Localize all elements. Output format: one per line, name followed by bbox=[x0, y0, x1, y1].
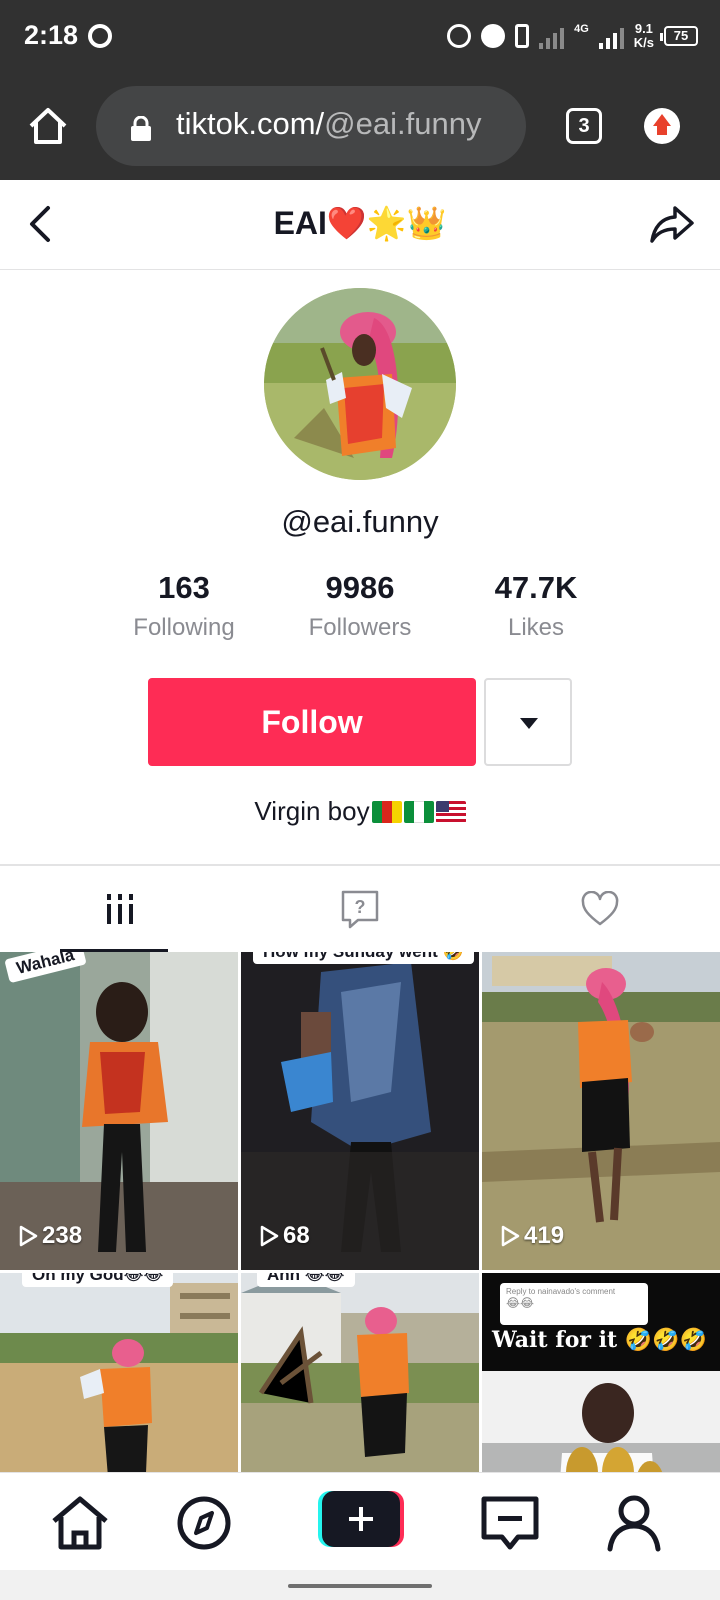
video-caption: How my Sunday went 🤣 bbox=[253, 952, 474, 964]
video-thumbnail[interactable]: Reply to nainavado's comment 😂😂 Wait for… bbox=[482, 1273, 720, 1472]
lock-icon bbox=[130, 115, 152, 142]
share-icon[interactable] bbox=[648, 202, 696, 246]
play-icon bbox=[501, 1225, 520, 1247]
profile-username: @eai.funny bbox=[281, 504, 439, 539]
stat-label: Likes bbox=[507, 614, 565, 641]
stat-value: 163 bbox=[158, 570, 210, 605]
view-count: 419 bbox=[500, 1222, 564, 1250]
speed-value: 9.1 bbox=[634, 21, 653, 36]
profile-icon[interactable] bbox=[602, 1493, 666, 1553]
video-caption: Oh my God😂😂 bbox=[22, 1273, 174, 1287]
meme-banner: Reply to nainavado's comment 😂😂 Wait for… bbox=[482, 1273, 720, 1371]
vibrate-icon bbox=[515, 24, 530, 48]
tab-videos[interactable] bbox=[0, 866, 240, 952]
profile-bio: Virgin boy bbox=[0, 796, 720, 827]
video-caption: Ahh 😂😂 bbox=[257, 1273, 355, 1287]
stat-likes: 47.7K Likes bbox=[448, 570, 624, 642]
view-count-value: 68 bbox=[283, 1222, 310, 1249]
inbox-icon[interactable] bbox=[478, 1493, 542, 1553]
url-text: tiktok.com/@eai.funny bbox=[176, 106, 481, 142]
stat-value: 47.7K bbox=[494, 570, 578, 605]
status-time: 2:18 bbox=[24, 20, 79, 50]
signal-sim2-icon bbox=[598, 23, 624, 49]
reply-comment-card: Reply to nainavado's comment 😂😂 bbox=[500, 1283, 648, 1325]
tab-switcher-button[interactable]: 3 bbox=[566, 108, 602, 144]
url-domain: tiktok.com/ bbox=[176, 106, 325, 141]
video-thumbnail[interactable]: 419 bbox=[482, 952, 720, 1270]
reply-comment-text: Reply to nainavado's comment bbox=[506, 1287, 616, 1296]
speed-unit: K/s bbox=[633, 35, 654, 50]
stat-followers[interactable]: 9986 Followers bbox=[272, 570, 448, 642]
tab-qa[interactable]: ? bbox=[240, 866, 480, 952]
compass-icon[interactable] bbox=[172, 1493, 236, 1553]
question-box-icon: ? bbox=[341, 890, 379, 929]
play-icon bbox=[19, 1225, 38, 1247]
stat-label: Following bbox=[133, 614, 235, 641]
video-thumbnail[interactable]: Ahh 😂😂 bbox=[241, 1273, 479, 1472]
bottom-navigation bbox=[0, 1472, 720, 1570]
play-icon bbox=[260, 1225, 279, 1247]
browser-toolbar: tiktok.com/@eai.funny 3 bbox=[0, 72, 720, 180]
create-plus-icon[interactable] bbox=[318, 1491, 404, 1547]
video-caption: Wait for it 🤣🤣🤣 bbox=[492, 1327, 707, 1353]
cameroon-flag-icon bbox=[371, 800, 402, 823]
gesture-area bbox=[0, 1570, 720, 1600]
cast-icon bbox=[88, 24, 112, 48]
status-icons: 4G 9.1 K/s 75 bbox=[447, 18, 698, 54]
view-count: 68 bbox=[259, 1222, 310, 1250]
stat-label: Followers bbox=[308, 614, 412, 641]
video-thumbnail[interactable]: Wahala 238 bbox=[0, 952, 238, 1270]
status-bar: 2:18 4G 9.1 K/s 75 bbox=[0, 0, 720, 72]
video-grid: Wahala 238 How my Sunday went 🤣 68 bbox=[0, 952, 720, 1472]
address-bar[interactable]: tiktok.com/@eai.funny bbox=[96, 86, 526, 166]
view-count-value: 238 bbox=[42, 1222, 83, 1249]
url-path: @eai.funny bbox=[324, 106, 482, 141]
update-icon[interactable] bbox=[644, 108, 680, 144]
svg-text:?: ? bbox=[355, 897, 366, 917]
home-icon[interactable] bbox=[48, 1493, 112, 1553]
video-thumbnail[interactable]: Oh my God😂😂 bbox=[0, 1273, 238, 1472]
stat-value: 9986 bbox=[325, 570, 395, 605]
gesture-handle[interactable] bbox=[288, 1584, 432, 1588]
page-title: EAI❤️🌟👑 bbox=[273, 205, 447, 241]
view-count-value: 419 bbox=[524, 1222, 565, 1249]
video-thumbnail[interactable]: How my Sunday went 🤣 68 bbox=[241, 952, 479, 1270]
alarm-icon bbox=[447, 24, 472, 48]
avatar[interactable] bbox=[264, 288, 456, 480]
suggested-accounts-dropdown-button[interactable] bbox=[484, 678, 572, 766]
profile-tabs: ? bbox=[0, 866, 720, 952]
battery-icon: 75 bbox=[660, 26, 698, 46]
tab-liked[interactable] bbox=[480, 866, 720, 952]
follow-button[interactable]: Follow bbox=[148, 678, 476, 766]
grid-icon bbox=[107, 894, 133, 924]
signal-sim1-icon bbox=[539, 23, 565, 49]
nigeria-flag-icon bbox=[403, 800, 434, 823]
network-type: 4G bbox=[574, 22, 589, 35]
network-speed: 9.1 K/s bbox=[634, 22, 654, 50]
home-icon[interactable] bbox=[26, 104, 70, 148]
heart-outline-icon bbox=[581, 891, 619, 926]
bio-text: Virgin boy bbox=[254, 796, 370, 826]
usa-flag-icon bbox=[435, 800, 466, 823]
data-saver-icon bbox=[481, 24, 506, 48]
profile-header: EAI❤️🌟👑 bbox=[0, 180, 720, 270]
profile-stats: 163 Following 9986 Followers 47.7K Likes bbox=[0, 570, 720, 642]
view-count: 238 bbox=[18, 1222, 82, 1250]
stat-following[interactable]: 163 Following bbox=[96, 570, 272, 642]
reply-comment-emoji: 😂😂 bbox=[506, 1296, 535, 1310]
